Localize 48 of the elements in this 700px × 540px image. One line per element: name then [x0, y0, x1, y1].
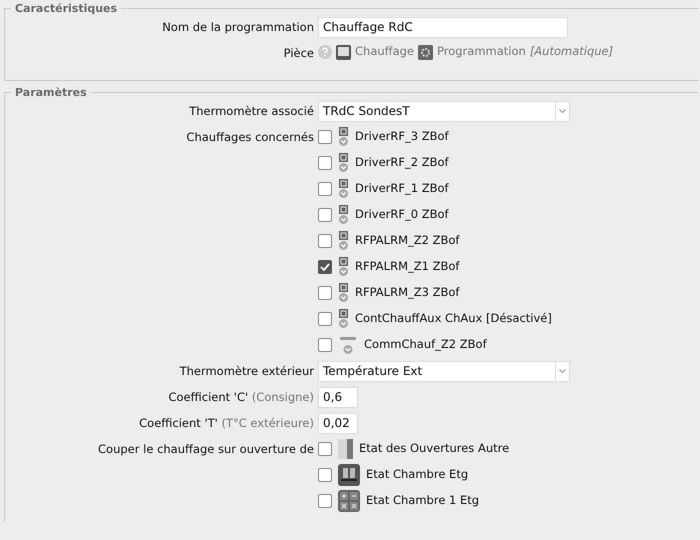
checkbox[interactable] — [318, 130, 332, 144]
field-label: Couper le chauffage sur ouverture de — [98, 442, 314, 456]
checkbox[interactable] — [318, 338, 332, 352]
checkbox[interactable] — [318, 234, 332, 248]
option-label: RFPALRM_Z3 ZBof — [355, 284, 460, 302]
option-label: Etat Chambre 1 Etg — [366, 492, 480, 510]
section-legend: Paramètres — [11, 87, 91, 98]
option-label: CommChauf_Z2 ZBof — [364, 336, 487, 354]
gear-icon — [418, 44, 433, 60]
option-label: DriverRF_3 ZBof — [355, 128, 449, 146]
option-label: Etat des Ouvertures Autre — [359, 440, 510, 458]
field-label: Chauffages concernés — [186, 130, 314, 144]
caret-icon — [559, 108, 566, 114]
field-label: Thermomètre associé — [189, 104, 314, 118]
text-field[interactable]: Chauffage RdC — [318, 16, 568, 38]
select-field[interactable]: Température Ext — [318, 360, 570, 382]
option-label: DriverRF_2 ZBof — [355, 154, 449, 172]
module-link[interactable]: Programmation — [437, 43, 526, 61]
checkbox[interactable] — [318, 468, 332, 482]
section-legend: Caractéristiques — [11, 3, 122, 14]
checkbox[interactable] — [318, 286, 332, 300]
option-label: RFPALRM_Z2 ZBof — [355, 232, 460, 250]
text-field[interactable]: 0,02 — [318, 412, 358, 434]
checkbox[interactable] — [318, 494, 332, 508]
field-label: Thermomètre extérieur — [180, 364, 314, 378]
text-field[interactable]: 0,6 — [318, 386, 358, 408]
option-label: Etat Chambre Etg — [366, 466, 468, 484]
option-label: DriverRF_1 ZBof — [355, 180, 449, 198]
checkbox[interactable] — [318, 260, 332, 274]
field-label: Coefficient 'C' (Consigne) — [168, 390, 314, 404]
caret-icon — [559, 368, 566, 374]
field-label: Pièce — [284, 46, 314, 60]
checkbox[interactable] — [318, 182, 332, 196]
option-label: ContChauffAux ChAux [Désactivé] — [355, 310, 552, 328]
checkbox[interactable] — [318, 208, 332, 222]
mode-text: [Automatique] — [530, 43, 614, 60]
select-field[interactable]: TRdC SondesT — [318, 100, 570, 122]
calculator-icon — [338, 490, 360, 512]
checkbox[interactable] — [318, 156, 332, 170]
shutter-icon — [338, 464, 360, 486]
checkbox[interactable] — [318, 312, 332, 326]
door-icon — [338, 439, 353, 459]
option-label: DriverRF_0 ZBof — [355, 206, 449, 224]
checkbox[interactable] — [318, 442, 332, 456]
field-label: Coefficient 'T' (T°C extérieure) — [139, 416, 314, 430]
room-link[interactable]: Chauffage — [355, 43, 414, 61]
option-label: RFPALRM_Z1 ZBof — [355, 258, 460, 276]
field-label: Nom de la programmation — [162, 20, 314, 34]
